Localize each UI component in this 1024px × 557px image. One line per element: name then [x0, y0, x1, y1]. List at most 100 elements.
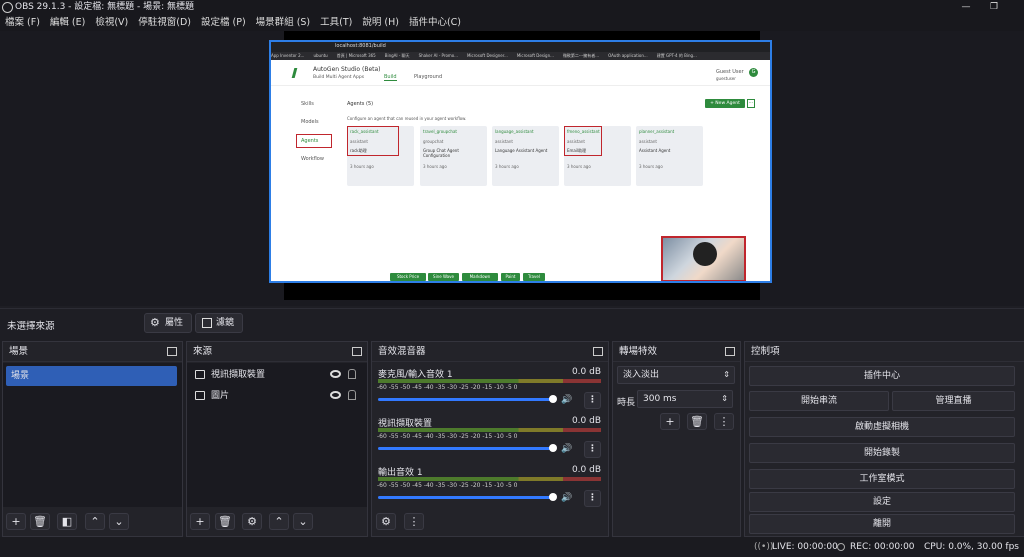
- filter-icon: [202, 318, 212, 328]
- volume-slider[interactable]: [378, 496, 553, 499]
- volume-slider[interactable]: [378, 447, 553, 450]
- menu-docks[interactable]: 停駐視窗(D): [133, 15, 196, 31]
- undock-icon[interactable]: [352, 347, 362, 356]
- mixer-menu-button[interactable]: ⋮: [404, 513, 424, 530]
- side-models: Models: [301, 119, 319, 125]
- plugin-center-button[interactable]: 插件中心: [749, 366, 1015, 386]
- remove-scene-button[interactable]: 🗑: [30, 513, 50, 530]
- source-item[interactable]: 視訊擷取裝置: [187, 365, 367, 385]
- maximize-button[interactable]: ❐: [982, 0, 1006, 15]
- user-name: Guest User: [716, 69, 744, 75]
- card-name: planner_assistant: [639, 129, 675, 134]
- studio-mode-button[interactable]: 工作室模式: [749, 469, 1015, 489]
- volume-knob[interactable]: [549, 395, 557, 403]
- meter-scale: -60 -55 -50 -45 -40 -35 -30 -25 -20 -15 …: [377, 384, 518, 391]
- speaker-icon[interactable]: 🔊: [561, 444, 572, 454]
- sources-list[interactable]: 視訊擷取裝置 圖片: [187, 363, 367, 507]
- move-up-button[interactable]: ⌃: [85, 513, 105, 530]
- scenes-footer: + 🗑 ◧ ⌃ ⌄: [3, 508, 182, 536]
- duration-input[interactable]: 300 ms ⇕: [637, 390, 733, 408]
- browser-chrome: localhost:8081/build: [271, 42, 770, 52]
- more-icon: ⋯: [747, 99, 755, 108]
- scene-item[interactable]: 場景: [6, 366, 177, 386]
- trash-icon: 🗑: [218, 515, 232, 528]
- move-down-button[interactable]: ⌄: [109, 513, 129, 530]
- transition-menu-button[interactable]: ⋮: [714, 413, 734, 430]
- start-recording-button[interactable]: 開始錄製: [749, 443, 1015, 463]
- trash-icon: 🗑: [33, 515, 47, 528]
- lock-icon[interactable]: [348, 390, 356, 400]
- scenes-dock: 場景 場景 + 🗑 ◧ ⌃ ⌄: [2, 341, 183, 537]
- gears-icon: ⚙: [381, 515, 391, 528]
- volume-knob[interactable]: [549, 493, 557, 501]
- live-status: LIVE: 00:00:00: [772, 542, 838, 552]
- menu-view[interactable]: 檢視(V): [90, 15, 133, 31]
- sources-title: 來源: [193, 346, 213, 357]
- advanced-audio-button[interactable]: ⚙: [376, 513, 396, 530]
- lock-icon[interactable]: [348, 369, 356, 379]
- filters-button[interactable]: 濾鏡: [195, 313, 243, 333]
- source-label: 圖片: [211, 391, 230, 401]
- speaker-icon[interactable]: 🔊: [561, 493, 572, 503]
- minimize-button[interactable]: —: [954, 0, 978, 15]
- chevron-up-icon: ⌃: [90, 515, 100, 528]
- add-source-button[interactable]: +: [190, 513, 210, 530]
- channel-menu-button[interactable]: ⋮: [584, 490, 601, 507]
- manage-broadcast-button[interactable]: 管理直播: [892, 391, 1015, 411]
- undock-icon[interactable]: [167, 347, 177, 356]
- remove-transition-button[interactable]: 🗑: [687, 413, 707, 430]
- exit-button[interactable]: 離開: [749, 514, 1015, 534]
- settings-button[interactable]: 設定: [749, 492, 1015, 512]
- bookmark: ubuntu: [313, 53, 328, 58]
- start-virtual-camera-button[interactable]: 啟動虛擬相機: [749, 417, 1015, 437]
- menu-tools[interactable]: 工具(T): [315, 15, 357, 31]
- captured-browser-source[interactable]: localhost:8081/build App Inventor 2... ub…: [269, 40, 772, 283]
- side-agents: Agents: [301, 138, 319, 144]
- start-streaming-button[interactable]: 開始串流: [749, 391, 889, 411]
- source-properties-button[interactable]: ⚙: [242, 513, 262, 530]
- source-label: 視訊擷取裝置: [211, 370, 266, 380]
- move-up-button[interactable]: ⌃: [269, 513, 289, 530]
- speaker-icon[interactable]: 🔊: [561, 395, 572, 405]
- tab-build: Build: [384, 74, 397, 81]
- rec-status: REC: 00:00:00: [850, 542, 915, 552]
- menu-profile[interactable]: 設定檔 (P): [196, 15, 251, 31]
- no-source-label: 未選擇來源: [7, 321, 55, 332]
- source-item[interactable]: 圖片: [187, 386, 367, 406]
- channel-menu-button[interactable]: ⋮: [584, 392, 601, 409]
- more-icon: ⋮: [408, 515, 420, 528]
- transition-select[interactable]: 淡入淡出 ⇕: [617, 366, 735, 384]
- undock-icon[interactable]: [593, 347, 603, 356]
- scenes-list[interactable]: 場景: [3, 363, 182, 507]
- controls-header: 控制項: [745, 342, 1024, 362]
- volume-knob[interactable]: [549, 444, 557, 452]
- menu-scene-collection[interactable]: 場景群組 (S): [251, 15, 315, 31]
- remove-source-button[interactable]: 🗑: [215, 513, 235, 530]
- bookmark: Microsoft Design...: [516, 53, 554, 58]
- scene-filters-button[interactable]: ◧: [57, 513, 77, 530]
- menu-edit[interactable]: 編輯 (E): [45, 15, 90, 31]
- card-desc: Assistant Agent: [639, 148, 671, 153]
- mixer-channel: 視訊擷取裝置 0.0 dB -60 -55 -50 -45 -40 -35 -3…: [372, 414, 608, 462]
- menu-help[interactable]: 說明 (H): [357, 15, 404, 31]
- channel-menu-button[interactable]: ⋮: [584, 441, 601, 458]
- webcam-overlay: [661, 236, 746, 281]
- menu-plugin-center[interactable]: 插件中心(C): [404, 15, 466, 31]
- undock-icon[interactable]: [725, 347, 735, 356]
- camera-icon: [195, 370, 205, 379]
- channel-db: 0.0 dB: [571, 465, 601, 475]
- volume-slider[interactable]: [378, 398, 553, 401]
- eye-icon[interactable]: [330, 391, 341, 399]
- eye-icon[interactable]: [330, 370, 341, 378]
- move-down-button[interactable]: ⌄: [293, 513, 313, 530]
- add-scene-button[interactable]: +: [6, 513, 26, 530]
- bookmark: Microsoft Designer...: [466, 53, 508, 58]
- more-icon: ⋮: [718, 415, 730, 428]
- side-workflow: Workflow: [301, 156, 324, 162]
- trash-icon: 🗑: [690, 415, 704, 428]
- markdown-button: Markdown: [462, 273, 498, 281]
- menu-file[interactable]: 檔案 (F): [0, 15, 45, 31]
- add-transition-button[interactable]: +: [660, 413, 680, 430]
- properties-button[interactable]: ⚙ 屬性: [144, 313, 192, 333]
- scenes-header: 場景: [3, 342, 182, 362]
